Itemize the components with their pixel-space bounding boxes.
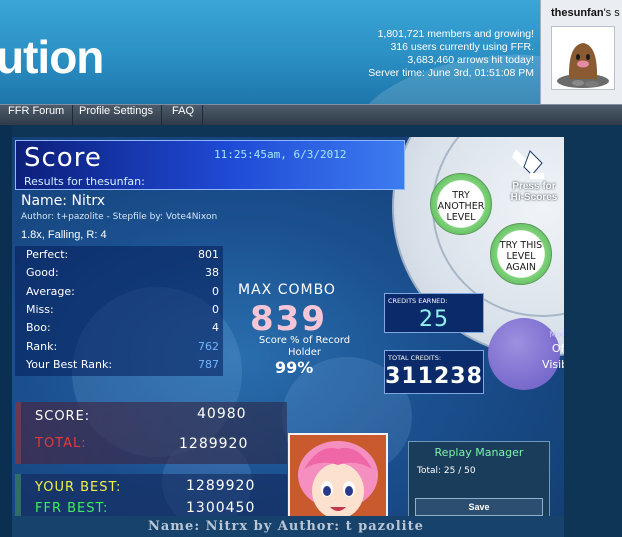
judgement-label: Miss:: [26, 303, 54, 316]
judgement-row: Perfect: 801: [15, 246, 223, 264]
mods-visible: Visible: [542, 358, 564, 371]
your-best-label: YOUR BEST:: [35, 480, 122, 495]
judgement-label: Average:: [26, 285, 75, 298]
song-author-stepfile: Author: t+pazolite - Stepfile by: Vote4N…: [21, 212, 218, 222]
result-datetime: 11:25:45am, 6/3/2012: [214, 148, 347, 161]
results-for-user: Results for thesunfan:: [24, 175, 145, 188]
ffr-best-label: FFR BEST:: [35, 501, 109, 516]
judgement-label: Boo:: [26, 321, 51, 334]
record-percent-label: Score % of Record Holder: [258, 335, 351, 358]
mods-off: Off: [551, 342, 564, 355]
judgement-row: Average: 0: [15, 283, 223, 301]
total-credits-box: TOTAL CREDITS: 311238: [384, 350, 484, 394]
judgement-value: 762: [198, 340, 219, 353]
site-stats: 1,801,721 members and growing! 316 users…: [368, 28, 534, 80]
your-best-value: 1289920: [186, 478, 256, 494]
try-this-level-again-label: TRY THIS LEVEL AGAIN: [499, 240, 543, 273]
max-combo-value: 839: [250, 299, 327, 339]
replay-manager: Replay Manager Total: 25 / 50 Save: [408, 441, 550, 521]
mods-badge: Mods Off Visible: [488, 318, 564, 390]
members-count: 1,801,721 members and growing!: [377, 28, 534, 40]
judgement-value: 4: [212, 321, 219, 334]
content-area: Press for Hi-Scores TRY ANOTHER LEVEL TR…: [0, 125, 622, 537]
bottom-banner-text: Name: Nitrx by Author: t pazolite: [148, 519, 424, 534]
total-credits-value: 311238: [385, 364, 483, 389]
total-value: 1289920: [179, 436, 249, 452]
judgement-row: Your Best Rank: 787: [15, 356, 223, 374]
replay-manager-title: Replay Manager: [434, 446, 524, 459]
results-screen: Press for Hi-Scores TRY ANOTHER LEVEL TR…: [12, 137, 564, 537]
try-this-level-again-button[interactable]: TRY THIS LEVEL AGAIN: [490, 223, 552, 285]
save-replay-button[interactable]: Save: [415, 498, 543, 516]
user-box: thesunfan's s: [540, 0, 622, 104]
judgement-value: 787: [198, 358, 219, 371]
song-name: Name: Nitrx: [21, 193, 105, 209]
judgement-value: 801: [198, 248, 219, 261]
avatar[interactable]: [551, 26, 615, 90]
diglett-avatar-icon: [557, 43, 609, 88]
judgement-label: Perfect:: [26, 248, 69, 261]
nav-profile-settings[interactable]: Profile Settings: [71, 105, 162, 125]
site-header: ution 1,801,721 members and growing! 316…: [0, 0, 540, 104]
credits-earned-label: CREDITS EARNED:: [388, 297, 448, 305]
user-name-line: thesunfan's s: [551, 7, 620, 19]
nav-ffr-forum[interactable]: FFR Forum: [0, 105, 74, 125]
record-percent-value: 99%: [275, 358, 314, 377]
page-title: Score: [24, 143, 102, 173]
try-another-level-label: TRY ANOTHER LEVEL: [437, 190, 485, 223]
arrows-count: 3,683,460 arrows hit today!: [407, 54, 534, 66]
hiscores-icon[interactable]: [508, 143, 548, 183]
site-logo[interactable]: ution: [0, 30, 104, 84]
score-title-bar: Score 11:25:45am, 6/3/2012 Results for t…: [15, 140, 405, 190]
mods-label: Mods: [549, 330, 564, 339]
online-count: 316 users currently using FFR.: [390, 41, 534, 53]
judgement-label: Your Best Rank:: [26, 358, 113, 371]
ffr-best-value: 1300450: [186, 500, 256, 516]
username-link[interactable]: thesunfan: [551, 7, 604, 19]
score-block: SCORE: 40980 TOTAL: 1289920: [15, 402, 287, 464]
server-time: Server time: June 3rd, 01:51:08 PM: [368, 67, 534, 79]
username-suffix: 's s: [603, 7, 620, 19]
hiscores-link[interactable]: Press for Hi-Scores: [505, 181, 563, 203]
total-credits-label: TOTAL CREDITS:: [388, 354, 442, 362]
left-strip: [0, 125, 12, 537]
credits-earned-box: CREDITS EARNED: 25: [384, 293, 484, 333]
try-another-level-button[interactable]: TRY ANOTHER LEVEL: [430, 173, 492, 235]
judgement-row: Boo: 4: [15, 319, 223, 337]
judgement-label: Rank:: [26, 340, 58, 353]
play-settings: 1.8x, Falling, R: 4: [21, 229, 107, 241]
total-label: TOTAL:: [35, 436, 87, 451]
replay-total: Total: 25 / 50: [417, 466, 476, 476]
score-label: SCORE:: [35, 409, 91, 424]
judgement-value: 38: [205, 266, 219, 279]
judgement-row: Miss: 0: [15, 301, 223, 319]
judgement-value: 0: [212, 303, 219, 316]
judgement-row: Rank: 762: [15, 338, 223, 356]
judgement-value: 0: [212, 285, 219, 298]
nav-bar: FFR Forum Profile Settings FAQ: [0, 104, 622, 125]
score-value: 40980: [197, 406, 247, 422]
anime-character-icon: [290, 435, 386, 529]
nav-faq[interactable]: FAQ: [164, 105, 204, 125]
max-combo-label: MAX COMBO: [238, 282, 336, 298]
credits-earned-value: 25: [419, 307, 449, 332]
judgement-table: Perfect: 801 Good: 38 Average: 0 Miss: 0…: [15, 246, 223, 376]
judgement-label: Good:: [26, 266, 59, 279]
judgement-row: Good: 38: [15, 264, 223, 282]
